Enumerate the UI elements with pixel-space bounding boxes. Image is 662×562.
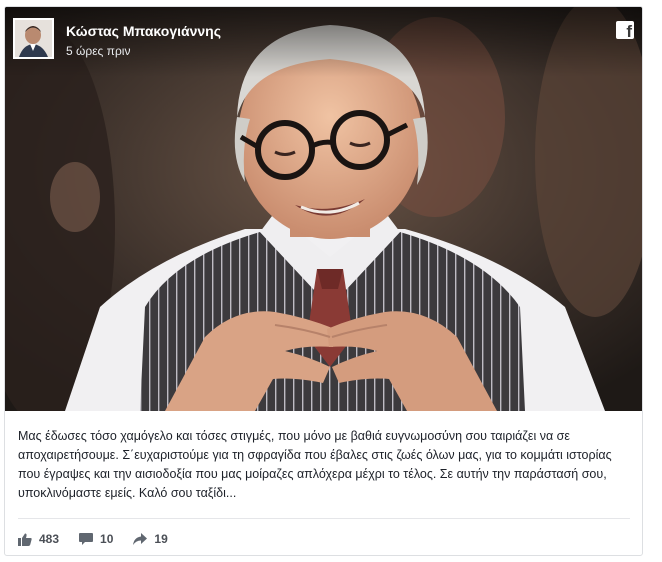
thumbs-up-icon bbox=[18, 533, 32, 546]
shares-stat[interactable]: 19 bbox=[133, 532, 168, 546]
share-icon bbox=[133, 532, 148, 545]
post-text: Μας έδωσες τόσο χαμόγελο και τόσες στιγμ… bbox=[18, 429, 612, 500]
comments-stat[interactable]: 10 bbox=[79, 532, 113, 546]
post-photo[interactable]: Κώστας Μπακογιάννης 5 ώρες πριν f bbox=[5, 7, 642, 411]
comment-icon bbox=[79, 532, 94, 545]
post-timestamp[interactable]: 5 ώρες πριν bbox=[66, 44, 130, 58]
likes-stat[interactable]: 483 bbox=[18, 532, 59, 546]
author-name[interactable]: Κώστας Μπακογιάννης bbox=[66, 23, 221, 39]
post-stats: 483 10 19 bbox=[18, 529, 188, 549]
facebook-icon[interactable]: f bbox=[616, 21, 634, 39]
post-card: Κώστας Μπακογιάννης 5 ώρες πριν f Μας έδ… bbox=[4, 6, 643, 556]
post-header: Κώστας Μπακογιάννης 5 ώρες πριν f bbox=[5, 7, 642, 77]
shares-count: 19 bbox=[154, 532, 168, 546]
author-avatar[interactable] bbox=[13, 18, 54, 59]
likes-count: 483 bbox=[39, 532, 60, 546]
comments-count: 10 bbox=[100, 532, 114, 546]
divider bbox=[18, 518, 630, 519]
